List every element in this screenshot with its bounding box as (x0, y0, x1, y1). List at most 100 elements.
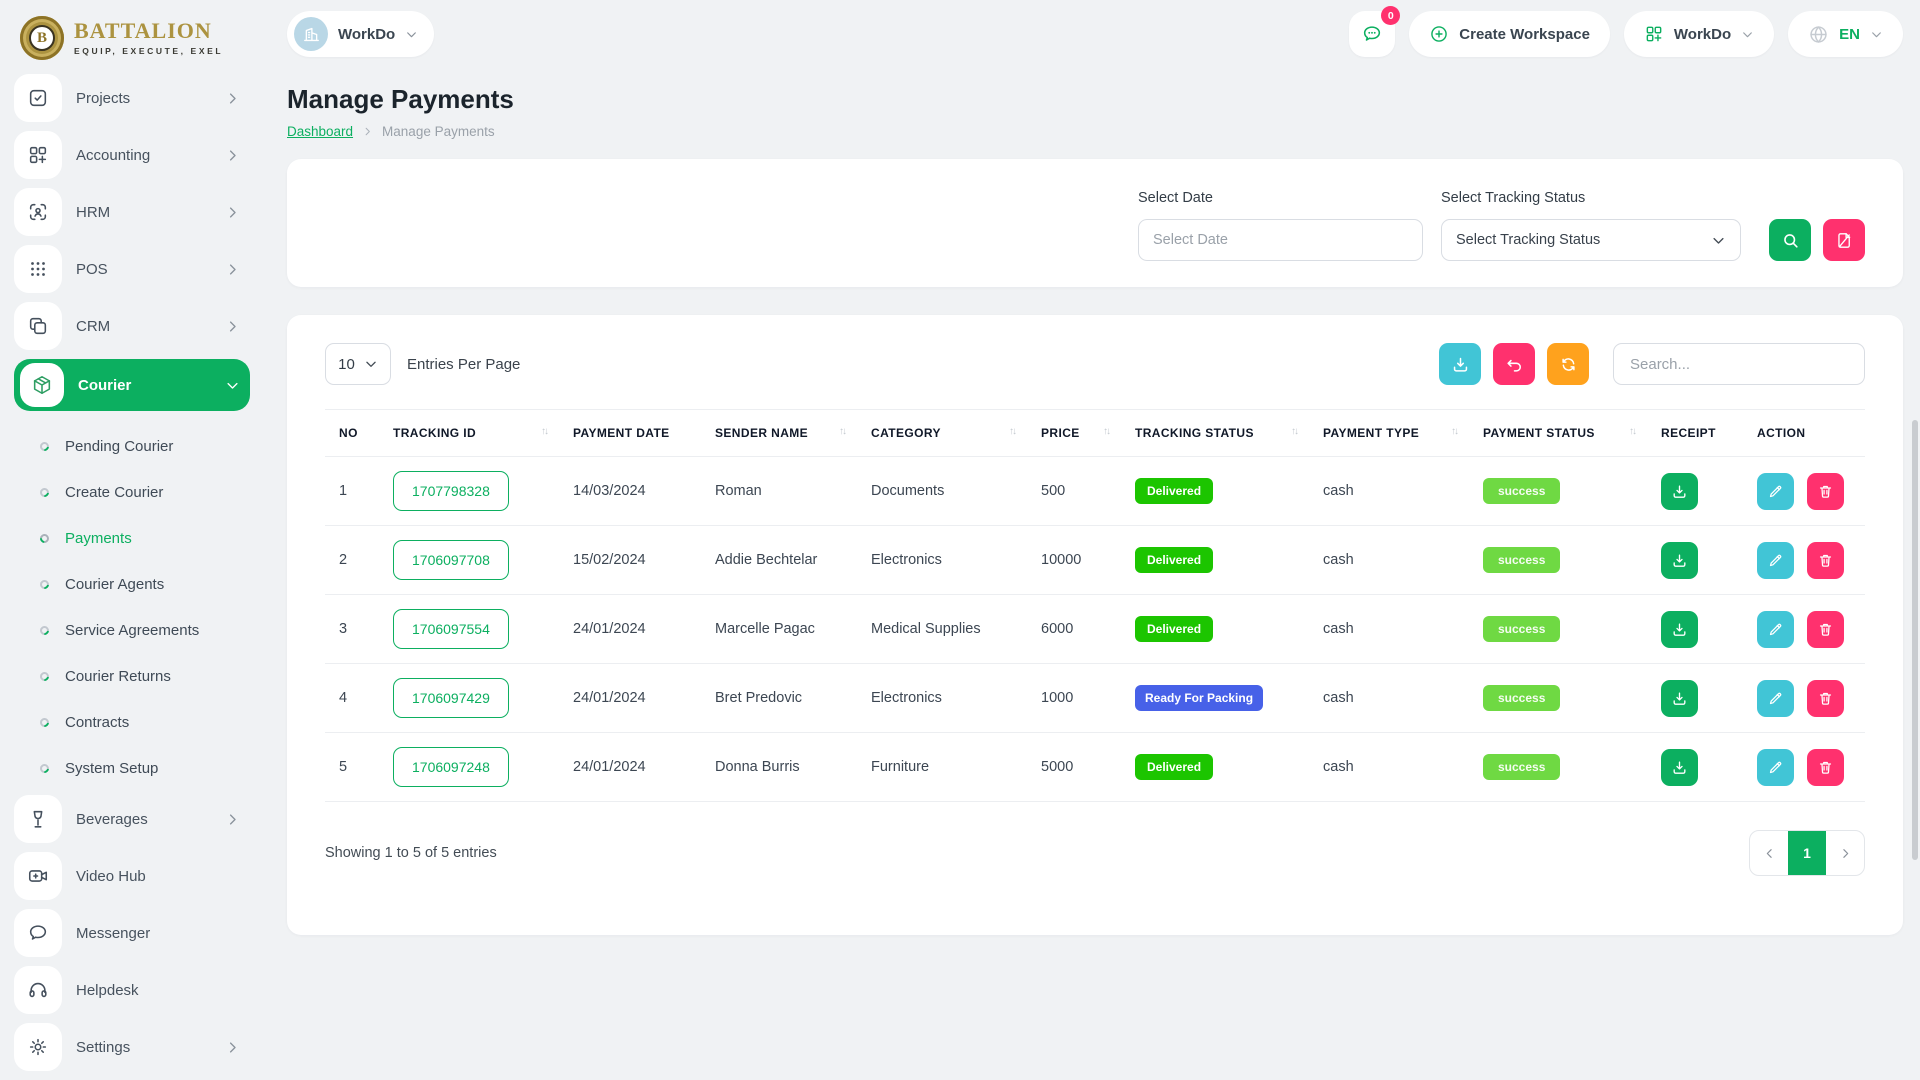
export-download-button[interactable] (1439, 343, 1481, 385)
delete-button[interactable] (1807, 611, 1844, 648)
sort-icon[interactable]: ↑↓ (541, 426, 547, 437)
sidebar-item-payments[interactable]: Payments (14, 515, 250, 561)
delete-button[interactable] (1807, 680, 1844, 717)
sidebar-item-projects[interactable]: Projects (14, 74, 250, 122)
sidebar-item-pending-courier[interactable]: Pending Courier (14, 423, 250, 469)
user-focus-icon (14, 188, 62, 236)
edit-button[interactable] (1757, 611, 1794, 648)
sidebar-item-contracts[interactable]: Contracts (14, 699, 250, 745)
page-scrollbar[interactable] (1912, 420, 1918, 860)
create-workspace-button[interactable]: Create Workspace (1409, 11, 1610, 57)
delete-button[interactable] (1807, 749, 1844, 786)
col-category[interactable]: ↑↓CATEGORY (863, 410, 1033, 457)
sidebar-item-courier-agents[interactable]: Courier Agents (14, 561, 250, 607)
sidebar: B BATTALION EQUIP, EXECUTE, EXEL Project… (0, 0, 262, 1080)
sort-icon[interactable]: ↑↓ (1629, 426, 1635, 437)
delete-button[interactable] (1807, 542, 1844, 579)
sidebar-item-courier[interactable]: Courier (14, 359, 250, 411)
chevron-right-icon (362, 126, 373, 137)
sidebar-item-accounting[interactable]: Accounting (14, 131, 250, 179)
brand-name: BATTALION (74, 20, 223, 42)
receipt-download-button[interactable] (1661, 611, 1698, 648)
edit-button[interactable] (1757, 680, 1794, 717)
workspace-switcher[interactable]: WorkDo (287, 11, 434, 57)
headset-icon (14, 966, 62, 1014)
edit-button[interactable] (1757, 473, 1794, 510)
pencil-icon (1767, 552, 1784, 569)
col-payment-status[interactable]: ↑↓PAYMENT STATUS (1475, 410, 1653, 457)
main-content: WorkDo 0 Create Workspace WorkDo (262, 0, 1920, 1080)
chevron-right-icon (225, 91, 240, 106)
bullet-icon (38, 532, 51, 545)
pagination: 1 (1749, 830, 1865, 876)
date-filter-input[interactable] (1138, 219, 1423, 261)
receipt-download-button[interactable] (1661, 473, 1698, 510)
col-price[interactable]: ↑↓PRICE (1033, 410, 1127, 457)
col-sender-name[interactable]: ↑↓SENDER NAME (707, 410, 863, 457)
dots-grid-icon (14, 245, 62, 293)
tracking-status-badge: Delivered (1135, 754, 1213, 780)
sidebar-item-helpdesk[interactable]: Helpdesk (14, 966, 250, 1014)
table-search-input[interactable] (1613, 343, 1865, 385)
sidebar-item-settings[interactable]: Settings (14, 1023, 250, 1071)
pagination-page-1[interactable]: 1 (1788, 831, 1826, 875)
sort-icon[interactable]: ↑↓ (1291, 426, 1297, 437)
sidebar-item-crm[interactable]: CRM (14, 302, 250, 350)
sidebar-item-system-setup[interactable]: System Setup (14, 745, 250, 791)
tracking-id-chip[interactable]: 1706097554 (393, 609, 509, 649)
sort-icon[interactable]: ↑↓ (1009, 426, 1015, 437)
sidebar-item-courier-returns[interactable]: Courier Returns (14, 653, 250, 699)
col-payment-type[interactable]: ↑↓PAYMENT TYPE (1315, 410, 1475, 457)
breadcrumb-dashboard-link[interactable]: Dashboard (287, 124, 353, 139)
pagination-prev-button[interactable] (1750, 831, 1788, 875)
refresh-icon (1559, 355, 1578, 374)
undo-button[interactable] (1493, 343, 1535, 385)
download-icon (1671, 483, 1688, 500)
language-selector[interactable]: EN (1788, 11, 1903, 57)
sidebar-item-video-hub[interactable]: Video Hub (14, 852, 250, 900)
payment-type: cash (1315, 664, 1475, 733)
chevron-right-icon (225, 319, 240, 334)
sidebar-item-create-courier[interactable]: Create Courier (14, 469, 250, 515)
table-row: 4 1706097429 24/01/2024 Bret Predovic El… (325, 664, 1865, 733)
col-receipt: RECEIPT (1653, 410, 1749, 457)
payment-status-badge: success (1483, 478, 1560, 504)
tracking-id-chip[interactable]: 1707798328 (393, 471, 509, 511)
workspace-menu-button[interactable]: WorkDo (1624, 11, 1774, 57)
tracking-id-chip[interactable]: 1706097429 (393, 678, 509, 718)
sidebar-item-hrm[interactable]: HRM (14, 188, 250, 236)
check-square-icon (14, 74, 62, 122)
receipt-download-button[interactable] (1661, 680, 1698, 717)
download-icon (1451, 355, 1470, 374)
payments-table: NO ↑↓TRACKING ID PAYMENT DATE ↑↓SENDER N… (325, 409, 1865, 802)
sort-icon[interactable]: ↑↓ (839, 426, 845, 437)
receipt-download-button[interactable] (1661, 749, 1698, 786)
tracking-id-chip[interactable]: 1706097248 (393, 747, 509, 787)
edit-button[interactable] (1757, 749, 1794, 786)
sender-name: Donna Burris (707, 733, 863, 802)
refresh-button[interactable] (1547, 343, 1589, 385)
tracking-status-filter-label: Select Tracking Status (1441, 190, 1741, 206)
entries-per-page-select[interactable]: 10 (325, 343, 391, 385)
filter-search-button[interactable] (1769, 219, 1811, 261)
payment-date: 24/01/2024 (565, 664, 707, 733)
messages-button[interactable]: 0 (1349, 11, 1395, 57)
edit-button[interactable] (1757, 542, 1794, 579)
sidebar-item-messenger[interactable]: Messenger (14, 909, 250, 957)
pagination-next-button[interactable] (1826, 831, 1864, 875)
tracking-id-chip[interactable]: 1706097708 (393, 540, 509, 580)
delete-button[interactable] (1807, 473, 1844, 510)
sender-name: Marcelle Pagac (707, 595, 863, 664)
col-tracking-status[interactable]: ↑↓TRACKING STATUS (1127, 410, 1315, 457)
brand-logo[interactable]: B BATTALION EQUIP, EXECUTE, EXEL (14, 10, 250, 74)
receipt-download-button[interactable] (1661, 542, 1698, 579)
page-title: Manage Payments (287, 84, 1903, 115)
sort-icon[interactable]: ↑↓ (1451, 426, 1457, 437)
sidebar-item-beverages[interactable]: Beverages (14, 795, 250, 843)
col-tracking-id[interactable]: ↑↓TRACKING ID (385, 410, 565, 457)
tracking-status-select[interactable]: Select Tracking Status (1441, 219, 1741, 261)
sort-icon[interactable]: ↑↓ (1103, 426, 1109, 437)
sidebar-item-pos[interactable]: POS (14, 245, 250, 293)
filter-clear-button[interactable] (1823, 219, 1865, 261)
sidebar-item-service-agreements[interactable]: Service Agreements (14, 607, 250, 653)
